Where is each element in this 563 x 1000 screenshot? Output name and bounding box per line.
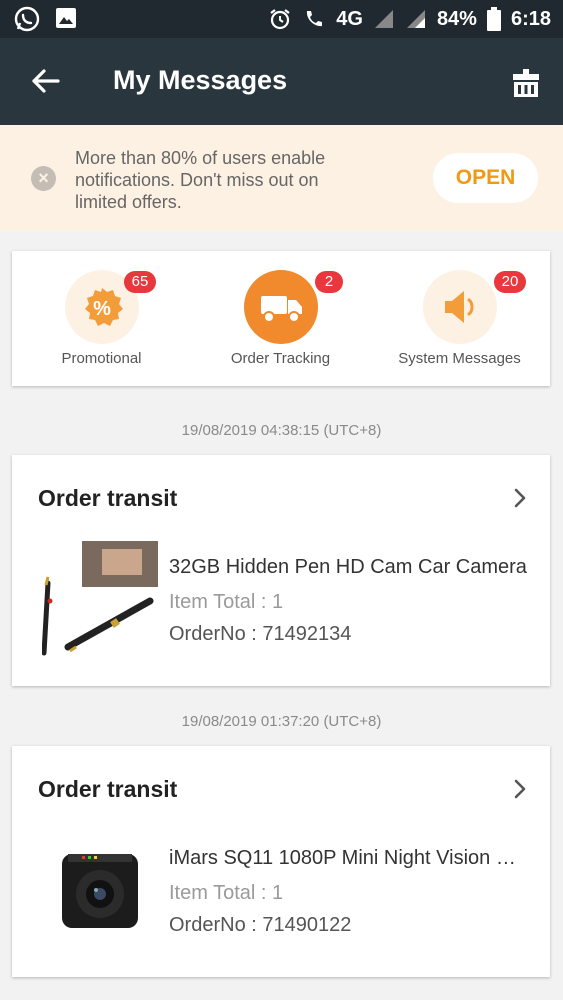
app-header: My Messages <box>0 38 563 125</box>
category-label: System Messages <box>398 350 521 367</box>
message-title: Order transit <box>38 776 178 802</box>
truck-icon <box>260 296 302 323</box>
item-total: Item Total : 1 <box>169 882 284 904</box>
clock: 6:18 <box>510 7 551 30</box>
product-name: 32GB Hidden Pen HD Cam Car Camera <box>169 556 527 578</box>
item-total: Item Total : 1 <box>169 591 284 613</box>
category-order-tracking[interactable]: 2 Order Tracking <box>191 251 370 386</box>
chevron-right-icon[interactable] <box>512 778 528 800</box>
alarm-icon <box>270 9 290 30</box>
category-label: Order Tracking <box>230 350 331 367</box>
whatsapp-icon <box>14 6 40 32</box>
notification-banner: × More than 80% of users enable notifica… <box>0 125 563 231</box>
category-icon-circle <box>422 270 497 344</box>
unread-badge: 2 <box>315 271 343 293</box>
category-icon-circle <box>243 270 318 344</box>
network-type: 4G <box>336 7 363 30</box>
unread-badge: 20 <box>494 271 526 293</box>
message-categories: % 65 Promotional 2 Order Tracking 20 Sys… <box>12 251 550 386</box>
message-card[interactable]: Order transit iMars SQ11 1080P Mini Nigh… <box>12 746 550 977</box>
notice-text: More than 80% of users enable notificati… <box>75 148 326 212</box>
chevron-right-icon[interactable] <box>512 487 528 509</box>
message-timestamp: 19/08/2019 01:37:20 (UTC+8) <box>181 713 382 730</box>
order-number: OrderNo : 71492134 <box>169 623 352 645</box>
message-title: Order transit <box>38 485 178 511</box>
message-card[interactable]: Order transit 32GB Hidden Pen HD Cam Car… <box>12 455 550 686</box>
gallery-icon <box>56 8 76 28</box>
product-thumbnail <box>42 541 158 657</box>
category-system-messages[interactable]: 20 System Messages <box>370 251 549 386</box>
product-name: iMars SQ11 1080P Mini Night Vision Camer… <box>169 847 529 869</box>
speaker-icon <box>444 291 473 323</box>
message-timestamp: 19/08/2019 04:38:15 (UTC+8) <box>181 422 382 439</box>
page-title: My Messages <box>113 65 288 95</box>
unread-badge: 65 <box>124 271 156 293</box>
category-label: Promotional <box>61 350 142 367</box>
product-thumbnail <box>42 832 158 948</box>
status-bar: 4G 84% 6:18 <box>0 0 563 38</box>
order-number: OrderNo : 71490122 <box>169 914 352 936</box>
category-promotional[interactable]: % 65 Promotional <box>12 251 191 386</box>
store-icon[interactable] <box>511 68 541 98</box>
wifi-call-icon <box>307 11 323 27</box>
close-icon[interactable]: × <box>31 166 56 191</box>
battery-icon <box>486 7 501 31</box>
svg-text:%: % <box>93 298 111 320</box>
arrow-left-icon[interactable] <box>28 64 62 98</box>
signal-icon <box>374 10 393 28</box>
signal-icon-2 <box>406 10 425 28</box>
battery-percent: 84% <box>436 7 477 30</box>
open-button[interactable]: OPEN <box>433 153 538 203</box>
